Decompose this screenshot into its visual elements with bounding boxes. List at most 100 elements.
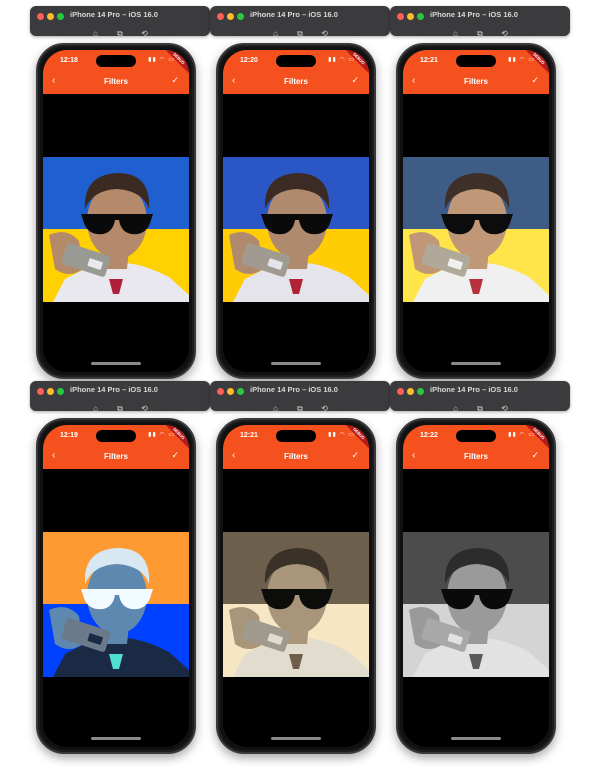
- rotate-icon[interactable]: ⟲: [138, 404, 150, 413]
- home-indicator[interactable]: [91, 362, 141, 365]
- close-window-button[interactable]: [397, 13, 404, 20]
- check-icon[interactable]: ✓: [531, 450, 539, 461]
- close-window-button[interactable]: [397, 388, 404, 395]
- debug-banner: DEBUG: [159, 425, 189, 453]
- simulator-titlebar[interactable]: iPhone 14 Pro – iOS 16.0 ⌂ ⧉ ⟲: [210, 381, 390, 413]
- rotate-icon[interactable]: ⟲: [498, 404, 510, 413]
- home-indicator[interactable]: [271, 737, 321, 740]
- app-bar: 12:20 ▮▮ ◠ ▭ DEBUG ‹ Filters ✓: [223, 50, 369, 94]
- minimize-window-button[interactable]: [227, 13, 234, 20]
- iphone-frame: 12:21 ▮▮ ◠ ▭ DEBUG ‹ Filters ✓: [216, 418, 376, 754]
- debug-banner: DEBUG: [159, 50, 189, 78]
- app-bar: 12:18 ▮▮ ◠ ▭ DEBUG ‹ Filters ✓: [43, 50, 189, 94]
- close-window-button[interactable]: [217, 13, 224, 20]
- app-bar: 12:21 ▮▮ ◠ ▭ DEBUG ‹ Filters ✓: [223, 425, 369, 469]
- phone-screen: 12:18 ▮▮ ◠ ▭ DEBUG ‹ Filters ✓: [43, 50, 189, 372]
- status-icons: ▮▮ ◠ ▭: [508, 432, 535, 438]
- home-indicator[interactable]: [451, 737, 501, 740]
- debug-banner: DEBUG: [519, 425, 549, 453]
- zoom-window-button[interactable]: [417, 388, 424, 395]
- check-icon[interactable]: ✓: [171, 450, 179, 461]
- home-indicator[interactable]: [451, 362, 501, 365]
- simulator-title: iPhone 14 Pro – iOS 16.0: [250, 10, 338, 19]
- portrait-figure: [49, 548, 189, 677]
- check-icon[interactable]: ✓: [531, 75, 539, 86]
- status-icons: ▮▮ ◠ ▭: [508, 57, 535, 63]
- simulator-title: iPhone 14 Pro – iOS 16.0: [250, 385, 338, 394]
- rotate-icon[interactable]: ⟲: [318, 404, 330, 413]
- rotate-icon[interactable]: ⟲: [318, 29, 330, 38]
- status-icons: ▮▮ ◠ ▭: [328, 432, 355, 438]
- dynamic-island: [96, 430, 136, 442]
- check-icon[interactable]: ✓: [351, 75, 359, 86]
- simulator-titlebar[interactable]: iPhone 14 Pro – iOS 16.0 ⌂ ⧉ ⟲: [390, 6, 570, 38]
- iphone-frame: 12:22 ▮▮ ◠ ▭ DEBUG ‹ Filters ✓: [396, 418, 556, 754]
- phone-screen: 12:22 ▮▮ ◠ ▭ DEBUG ‹ Filters ✓: [403, 425, 549, 747]
- simulator-window-3: iPhone 14 Pro – iOS 16.0 ⌂ ⧉ ⟲ 12:21 ▮▮ …: [390, 6, 570, 381]
- check-icon[interactable]: ✓: [171, 75, 179, 86]
- screenshot-icon[interactable]: ⧉: [294, 29, 306, 38]
- status-time: 12:21: [240, 432, 258, 439]
- simulator-title: iPhone 14 Pro – iOS 16.0: [70, 10, 158, 19]
- minimize-window-button[interactable]: [227, 388, 234, 395]
- screen-title: Filters: [283, 452, 308, 461]
- screenshot-icon[interactable]: ⧉: [294, 404, 306, 413]
- rotate-icon[interactable]: ⟲: [498, 29, 510, 38]
- home-indicator[interactable]: [271, 362, 321, 365]
- dynamic-island: [276, 55, 316, 67]
- debug-banner: DEBUG: [339, 425, 369, 453]
- simulator-toolbar: ⌂ ⧉ ⟲: [390, 398, 570, 413]
- simulator-toolbar: ⌂ ⧉ ⟲: [210, 398, 390, 413]
- status-icons: ▮▮ ◠ ▭: [328, 57, 355, 63]
- screenshot-icon[interactable]: ⧉: [474, 29, 486, 38]
- home-indicator[interactable]: [91, 737, 141, 740]
- screen-title: Filters: [463, 452, 488, 461]
- screenshot-icon[interactable]: ⧉: [114, 29, 126, 38]
- screenshot-icon[interactable]: ⧉: [114, 404, 126, 413]
- minimize-window-button[interactable]: [47, 13, 54, 20]
- close-window-button[interactable]: [37, 13, 44, 20]
- simulator-window-6: iPhone 14 Pro – iOS 16.0 ⌂ ⧉ ⟲ 12:22 ▮▮ …: [390, 381, 570, 756]
- zoom-window-button[interactable]: [417, 13, 424, 20]
- portrait-figure: [229, 548, 369, 677]
- portrait-figure: [49, 173, 189, 302]
- screen-title: Filters: [283, 77, 308, 86]
- rotate-icon[interactable]: ⟲: [138, 29, 150, 38]
- zoom-window-button[interactable]: [57, 388, 64, 395]
- simulator-titlebar[interactable]: iPhone 14 Pro – iOS 16.0 ⌂ ⧉ ⟲: [30, 381, 210, 413]
- filtered-photo: [403, 532, 549, 677]
- filtered-photo: [43, 532, 189, 677]
- home-icon[interactable]: ⌂: [90, 404, 102, 413]
- close-window-button[interactable]: [217, 388, 224, 395]
- simulator-toolbar: ⌂ ⧉ ⟲: [390, 23, 570, 38]
- simulator-titlebar[interactable]: iPhone 14 Pro – iOS 16.0 ⌂ ⧉ ⟲: [390, 381, 570, 413]
- home-icon[interactable]: ⌂: [450, 29, 462, 38]
- simulator-window-4: iPhone 14 Pro – iOS 16.0 ⌂ ⧉ ⟲ 12:19 ▮▮ …: [30, 381, 210, 756]
- minimize-window-button[interactable]: [407, 13, 414, 20]
- iphone-frame: 12:21 ▮▮ ◠ ▭ DEBUG ‹ Filters ✓: [396, 43, 556, 379]
- home-icon[interactable]: ⌂: [90, 29, 102, 38]
- simulator-titlebar[interactable]: iPhone 14 Pro – iOS 16.0 ⌂ ⧉ ⟲: [210, 6, 390, 38]
- dynamic-island: [456, 430, 496, 442]
- check-icon[interactable]: ✓: [351, 450, 359, 461]
- simulator-titlebar[interactable]: iPhone 14 Pro – iOS 16.0 ⌂ ⧉ ⟲: [30, 6, 210, 38]
- status-time: 12:20: [240, 57, 258, 64]
- home-icon[interactable]: ⌂: [270, 29, 282, 38]
- status-icons: ▮▮ ◠ ▭: [148, 57, 175, 63]
- zoom-window-button[interactable]: [237, 13, 244, 20]
- screen-title: Filters: [463, 77, 488, 86]
- zoom-window-button[interactable]: [57, 13, 64, 20]
- app-bar: 12:22 ▮▮ ◠ ▭ DEBUG ‹ Filters ✓: [403, 425, 549, 469]
- minimize-window-button[interactable]: [407, 388, 414, 395]
- iphone-frame: 12:18 ▮▮ ◠ ▭ DEBUG ‹ Filters ✓: [36, 43, 196, 379]
- phone-screen: 12:19 ▮▮ ◠ ▭ DEBUG ‹ Filters ✓: [43, 425, 189, 747]
- close-window-button[interactable]: [37, 388, 44, 395]
- portrait-figure: [409, 173, 549, 302]
- screenshot-icon[interactable]: ⧉: [474, 404, 486, 413]
- app-bar: 12:19 ▮▮ ◠ ▭ DEBUG ‹ Filters ✓: [43, 425, 189, 469]
- home-icon[interactable]: ⌂: [450, 404, 462, 413]
- minimize-window-button[interactable]: [47, 388, 54, 395]
- zoom-window-button[interactable]: [237, 388, 244, 395]
- status-icons: ▮▮ ◠ ▭: [148, 432, 175, 438]
- home-icon[interactable]: ⌂: [270, 404, 282, 413]
